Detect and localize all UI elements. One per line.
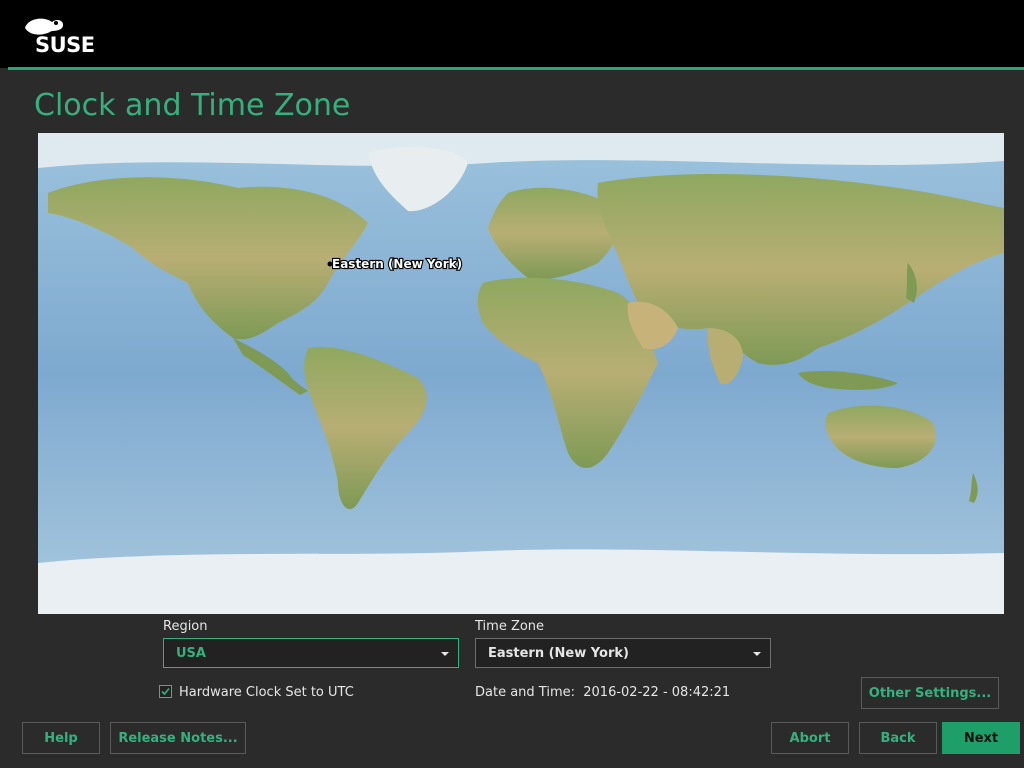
datetime-label: Date and Time:: [475, 685, 575, 700]
hardware-clock-label[interactable]: Hardware Clock Set to UTC: [179, 685, 354, 700]
timezone-value: Eastern (New York): [488, 646, 629, 661]
selected-zone-label: Eastern (New York): [332, 257, 462, 271]
suse-logo-text: SUSE: [35, 33, 95, 57]
checkmark-icon: [161, 687, 170, 696]
region-dropdown-arrow-icon: [441, 652, 449, 656]
page-title: Clock and Time Zone: [34, 88, 351, 123]
datetime-display: Date and Time: 2016-02-22 - 08:42:21: [475, 685, 730, 700]
datetime-value: 2016-02-22 - 08:42:21: [583, 685, 731, 700]
region-value: USA: [176, 646, 206, 661]
help-button[interactable]: Help: [22, 722, 100, 754]
abort-button[interactable]: Abort: [771, 722, 849, 754]
timezone-label: Time Zone: [475, 619, 545, 634]
antarctica: [38, 549, 1004, 614]
other-settings-button[interactable]: Other Settings...: [861, 677, 999, 709]
hardware-clock-checkbox[interactable]: [159, 685, 172, 698]
region-select[interactable]: USA: [163, 638, 459, 668]
timezone-map[interactable]: Eastern (New York): [38, 133, 1004, 614]
back-button[interactable]: Back: [859, 722, 937, 754]
timezone-dropdown-arrow-icon: [753, 652, 761, 656]
timezone-select[interactable]: Eastern (New York): [475, 638, 771, 668]
top-banner: SUSE: [0, 0, 1024, 68]
next-button[interactable]: Next: [942, 722, 1020, 754]
release-notes-button[interactable]: Release Notes...: [110, 722, 246, 754]
region-label: Region: [163, 619, 208, 634]
